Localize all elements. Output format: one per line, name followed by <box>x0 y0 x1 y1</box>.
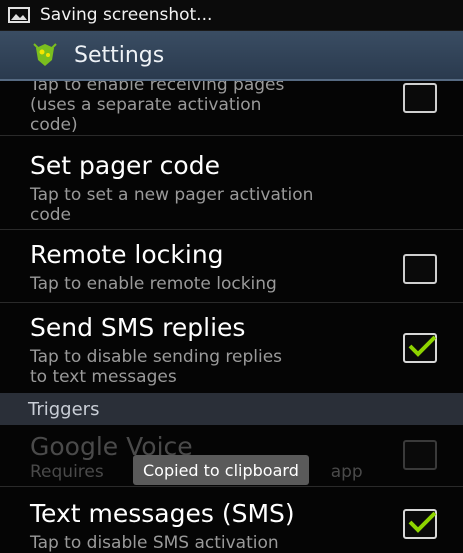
pref-summary: Tap to set a new pager activation code <box>30 185 314 225</box>
google-voice-checkbox <box>403 440 437 470</box>
pref-title: Remote locking <box>30 240 224 269</box>
status-bar: Saving screenshot... <box>0 0 463 31</box>
pref-title: Set pager code <box>30 151 220 180</box>
pref-enable-paging[interactable]: Tap to enable receiving pages (uses a se… <box>0 81 463 136</box>
check-mark-icon <box>408 335 437 357</box>
pref-summary: Tap to disable SMS activation <box>30 533 279 553</box>
pref-summary: Tap to enable receiving pages (uses a se… <box>30 81 285 135</box>
send-sms-replies-checkbox[interactable] <box>403 333 437 363</box>
image-icon <box>8 7 30 23</box>
check-mark-icon <box>408 511 437 533</box>
pref-title: Send SMS replies <box>30 313 246 342</box>
pref-set-pager-code[interactable]: Set pager code Tap to set a new pager ac… <box>0 141 463 230</box>
pref-text-messages[interactable]: Text messages (SMS) Tap to disable SMS a… <box>0 487 463 553</box>
page-title: Settings <box>74 42 165 68</box>
pref-summary: Tap to disable sending replies to text m… <box>30 347 283 387</box>
text-messages-checkbox[interactable] <box>403 509 437 539</box>
section-header-triggers: Triggers <box>0 393 463 425</box>
pref-remote-locking[interactable]: Remote locking Tap to enable remote lock… <box>0 230 463 303</box>
enable-paging-checkbox[interactable] <box>403 83 437 113</box>
pref-summary: Tap to enable remote locking <box>30 274 277 294</box>
action-bar: Settings <box>0 31 463 81</box>
pref-title: Text messages (SMS) <box>30 499 295 528</box>
section-header-label: Triggers <box>28 398 100 420</box>
pref-send-sms-replies[interactable]: Send SMS replies Tap to disable sending … <box>0 303 463 394</box>
status-notification-text: Saving screenshot... <box>40 5 213 25</box>
toast-copied: Copied to clipboard <box>133 455 309 485</box>
remote-locking-checkbox[interactable] <box>403 254 437 284</box>
app-logo-icon[interactable] <box>30 40 60 70</box>
